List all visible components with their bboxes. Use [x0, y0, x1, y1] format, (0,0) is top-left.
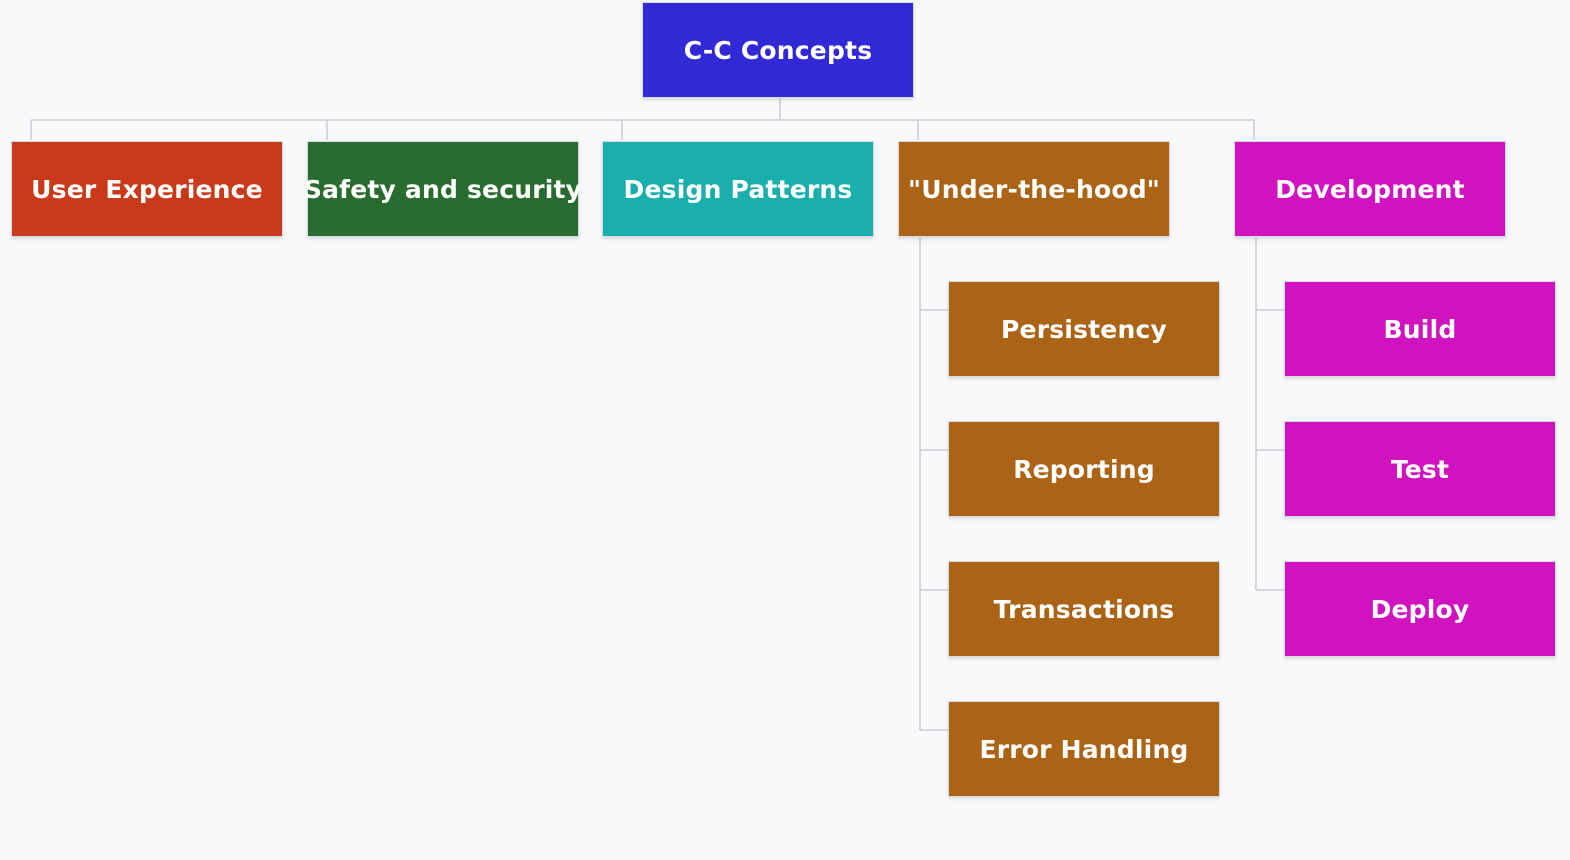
category-node-design-patterns[interactable]: Design Patterns: [602, 141, 874, 237]
category-node-development[interactable]: Development: [1234, 141, 1506, 237]
category-node-label: User Experience: [31, 174, 263, 204]
child-node-label: Build: [1383, 314, 1457, 344]
category-node-under-the-hood[interactable]: "Under-the-hood": [898, 141, 1170, 237]
child-node-build[interactable]: Build: [1284, 281, 1556, 377]
child-node-label: Deploy: [1370, 594, 1470, 624]
category-node-label: "Under-the-hood": [907, 174, 1161, 204]
category-node-label: Development: [1275, 174, 1465, 204]
child-node-label: Persistency: [1001, 314, 1167, 344]
child-node-label: Reporting: [1013, 454, 1155, 484]
child-node-label: Test: [1390, 454, 1450, 484]
child-node-error-handling[interactable]: Error Handling: [948, 701, 1220, 797]
child-node-label: Transactions: [993, 594, 1175, 624]
category-node-user-experience[interactable]: User Experience: [11, 141, 283, 237]
category-node-label: Safety and security: [303, 174, 583, 204]
root-node[interactable]: C-C Concepts: [642, 2, 914, 98]
child-node-persistency[interactable]: Persistency: [948, 281, 1220, 377]
diagram-canvas: C-C Concepts User Experience Safety and …: [0, 0, 1570, 860]
child-node-transactions[interactable]: Transactions: [948, 561, 1220, 657]
child-node-deploy[interactable]: Deploy: [1284, 561, 1556, 657]
child-node-reporting[interactable]: Reporting: [948, 421, 1220, 517]
root-node-label: C-C Concepts: [683, 35, 873, 65]
category-node-safety-security[interactable]: Safety and security: [303, 141, 583, 237]
child-node-test[interactable]: Test: [1284, 421, 1556, 517]
category-node-label: Design Patterns: [623, 174, 853, 204]
child-node-label: Error Handling: [979, 734, 1189, 764]
